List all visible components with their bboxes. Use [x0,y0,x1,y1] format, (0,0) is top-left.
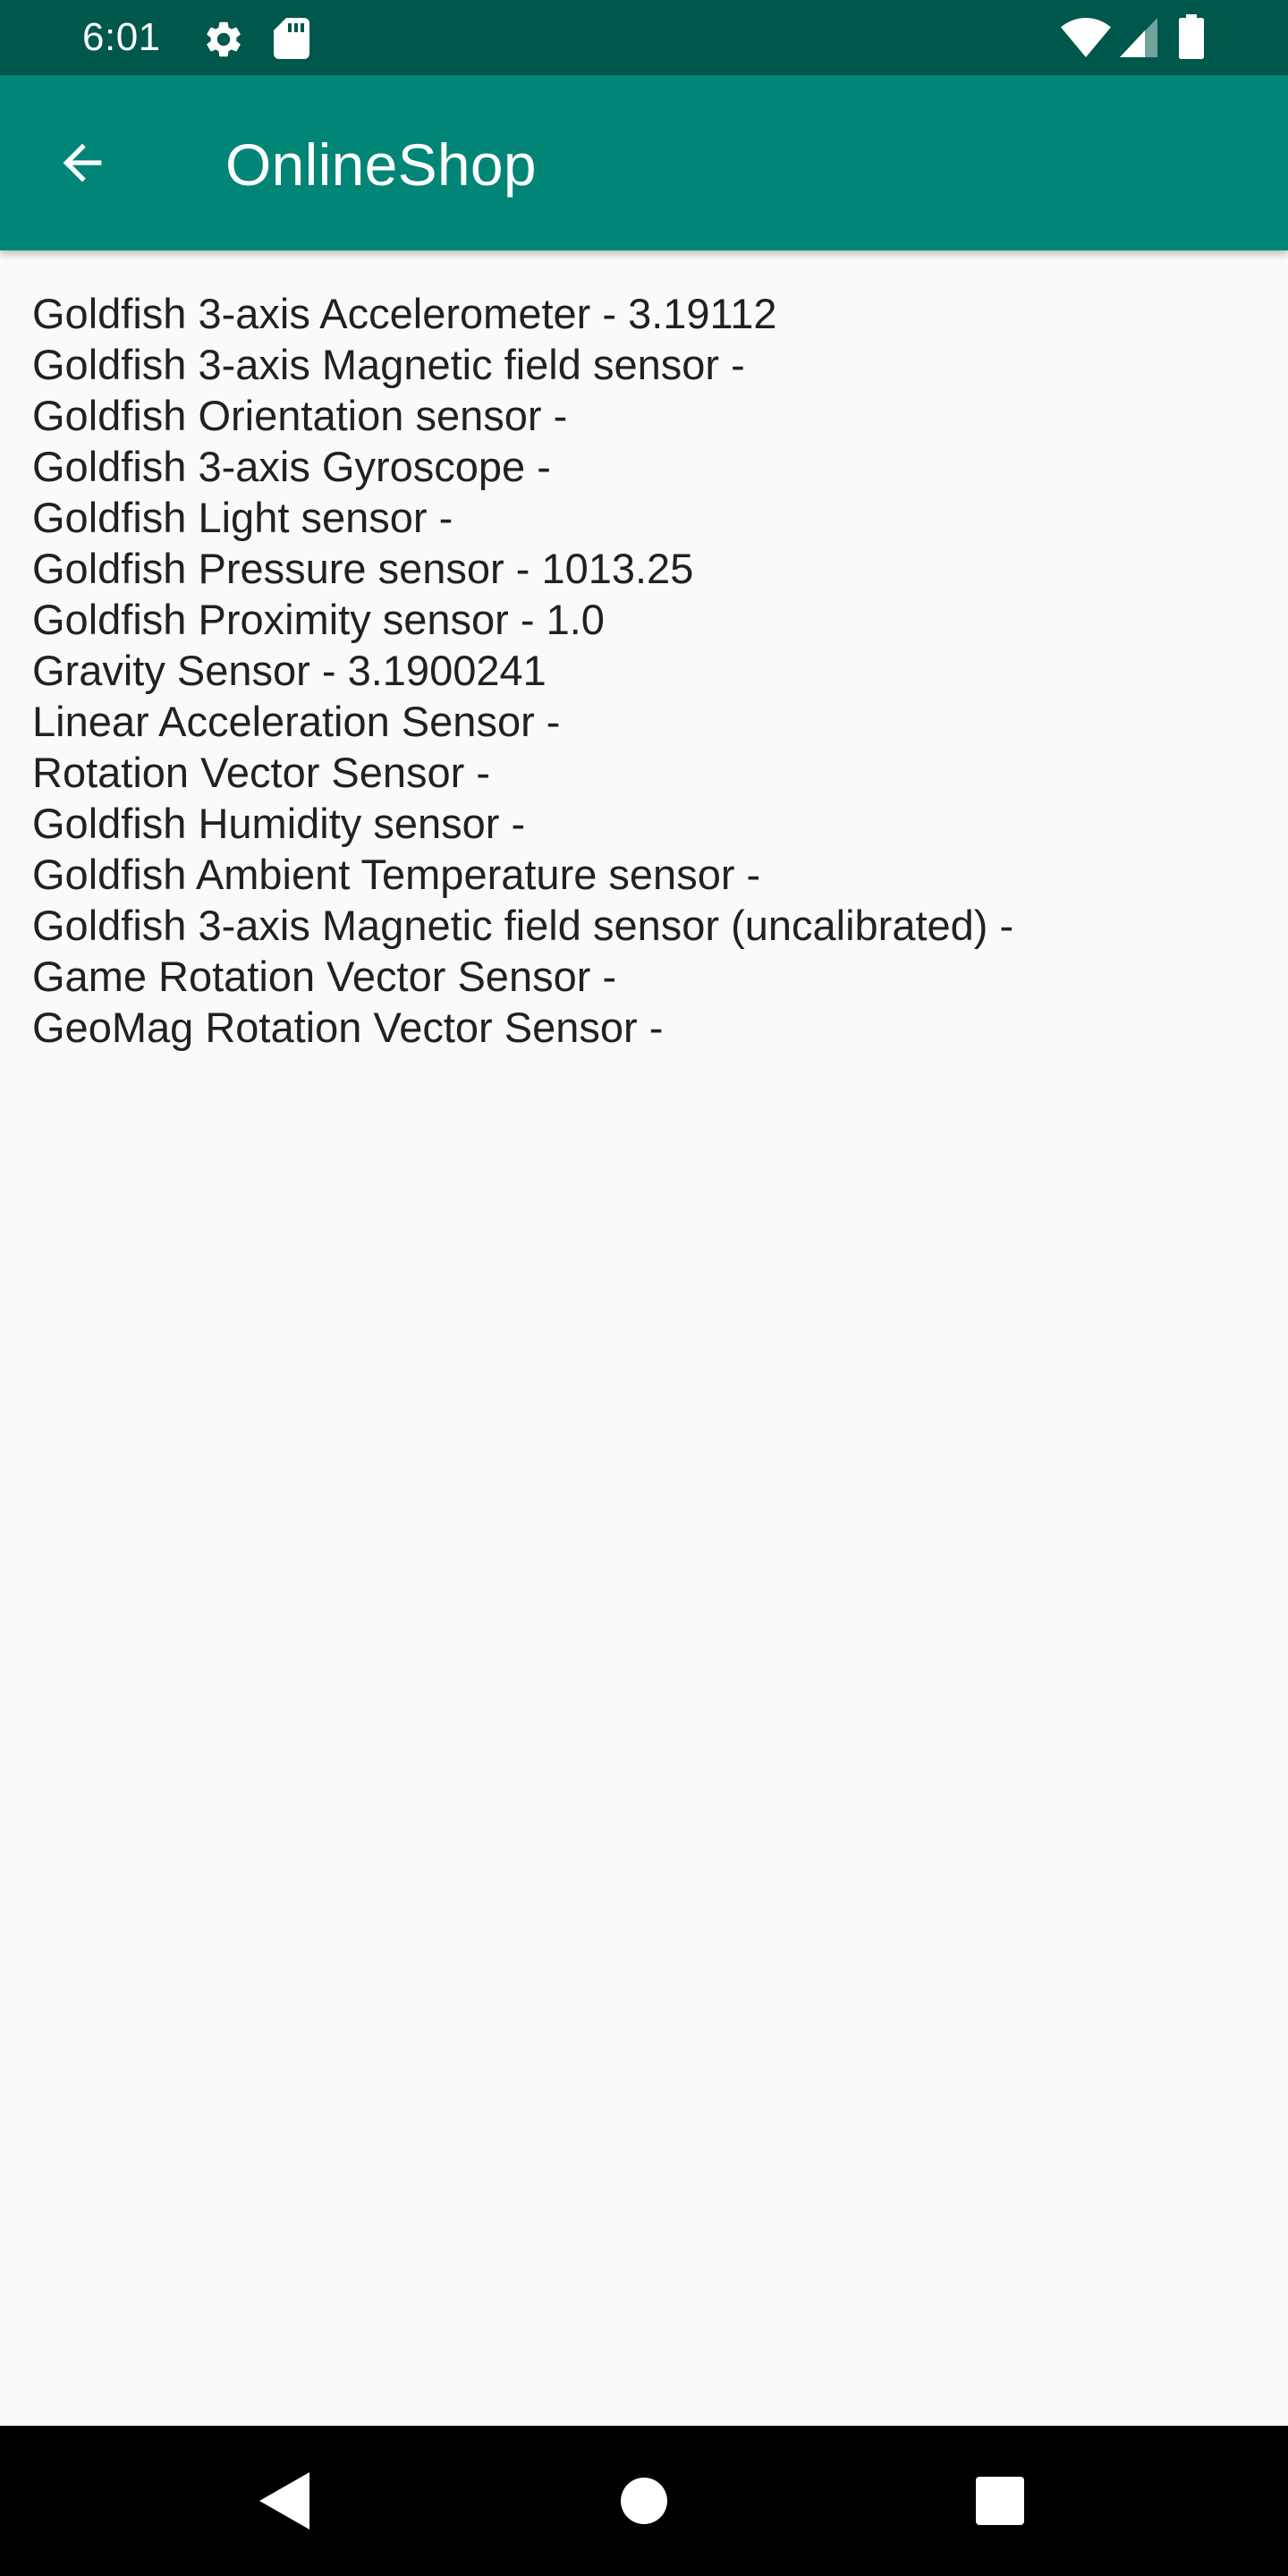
recents-square-icon [976,2477,1024,2525]
sensor-item: Gravity Sensor - 3.1900241 [32,647,547,694]
status-time: 6:01 [82,15,161,59]
gear-icon [207,21,241,57]
sensor-item: Goldfish 3-axis Gyroscope - [32,443,551,490]
home-circle-icon [621,2478,667,2524]
app-bar: OnlineShop [0,75,1288,250]
sensor-item: Goldfish Humidity sensor - [32,800,526,847]
sensor-list: Goldfish 3-axis Accelerometer - 3.19112 … [32,288,1013,1053]
sensor-item: Goldfish 3-axis Magnetic field sensor (u… [32,902,1014,949]
status-bar: 6:01 [0,0,1288,75]
back-button[interactable] [39,120,125,206]
sensor-item: Goldfish Ambient Temperature sensor - [32,851,761,898]
navigation-bar [0,2426,1288,2576]
nav-recents-button[interactable] [961,2462,1039,2540]
wifi-icon [1061,18,1111,57]
sensor-item: Goldfish 3-axis Magnetic field sensor - [32,341,745,388]
sensor-item: Linear Acceleration Sensor - [32,698,561,745]
sensor-item: Rotation Vector Sensor - [32,749,491,796]
sensor-item: Goldfish Light sensor - [32,494,453,541]
sensor-content: Goldfish 3-axis Accelerometer - 3.19112 … [0,250,1288,2426]
nav-home-button[interactable] [605,2462,683,2540]
app-title: OnlineShop [225,131,537,198]
sensor-item: Goldfish Pressure sensor - 1013.25 [32,545,694,592]
sensor-item: GeoMag Rotation Vector Sensor - [32,1004,664,1051]
sensor-item: Goldfish 3-axis Accelerometer - 3.19112 [32,290,777,337]
sd-card-icon [274,18,309,59]
cell-signal-icon [1120,18,1157,57]
sensor-item: Goldfish Proximity sensor - 1.0 [32,596,605,643]
sensor-item: Goldfish Orientation sensor - [32,392,568,439]
back-triangle-icon [259,2472,309,2529]
nav-back-button[interactable] [245,2462,324,2540]
battery-icon [1179,14,1204,59]
sensor-item: Game Rotation Vector Sensor - [32,953,617,1000]
arrow-left-icon [63,143,102,182]
